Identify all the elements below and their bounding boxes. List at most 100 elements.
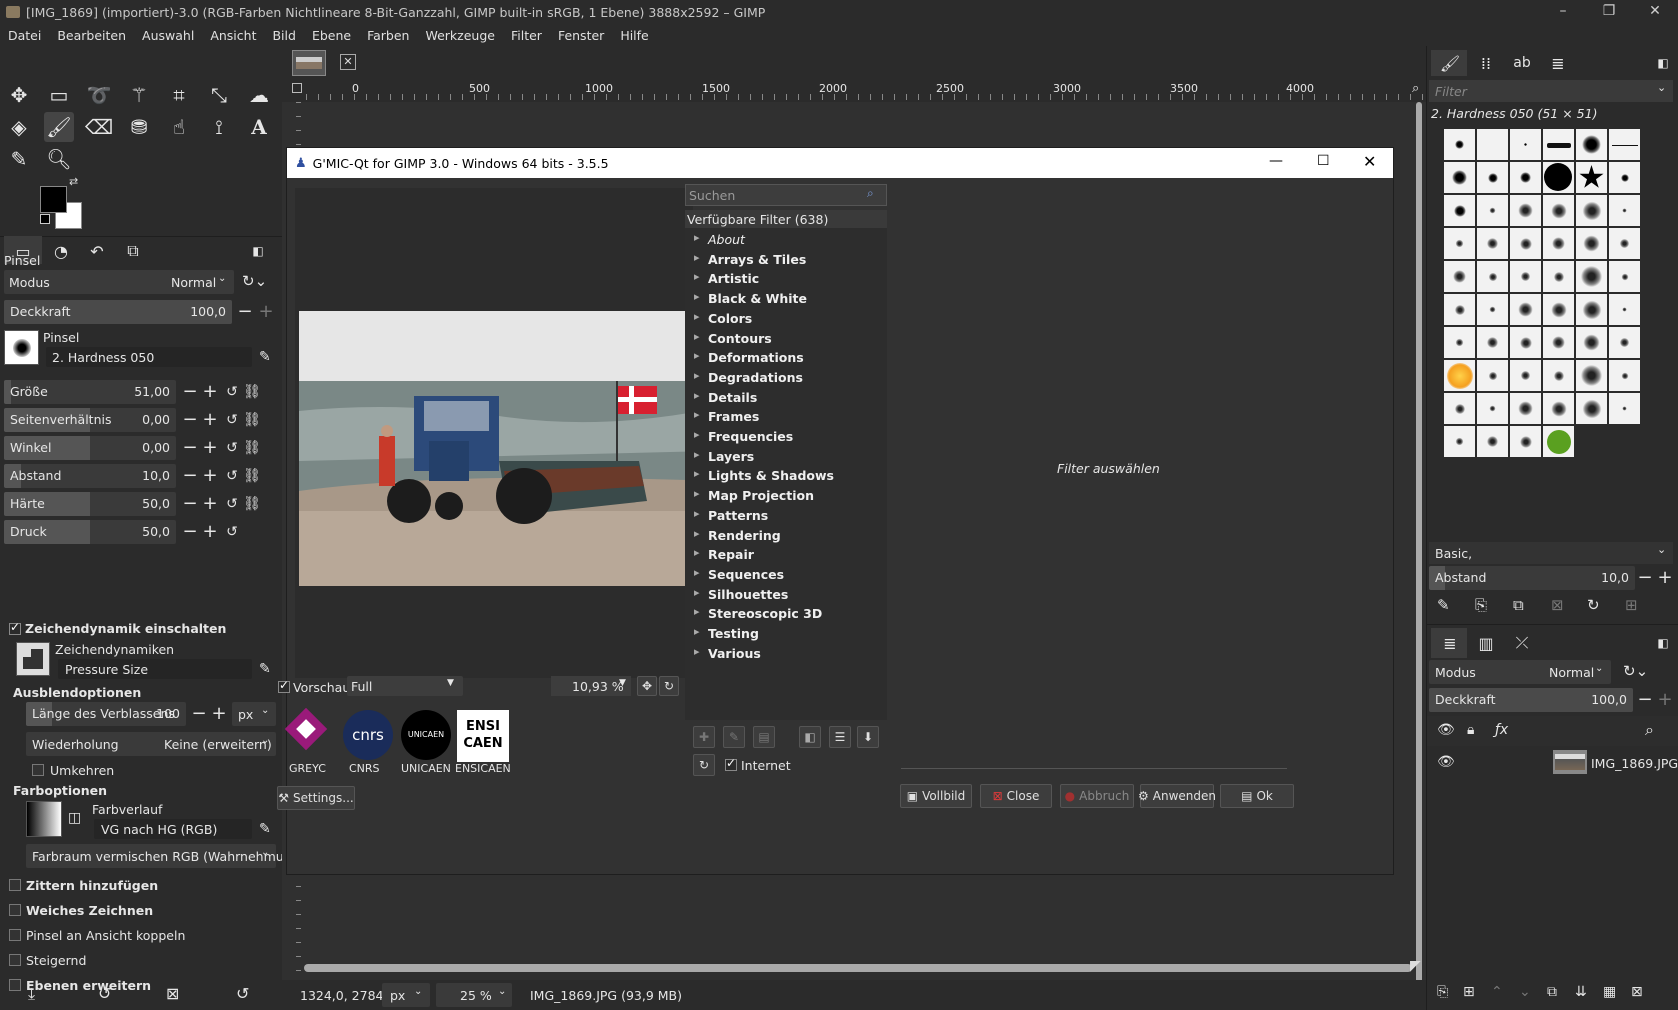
layers-tab-icon[interactable]: ≣ [1543, 48, 1573, 78]
brush-thumb[interactable] [1575, 260, 1608, 293]
filter-category[interactable]: Deformations [694, 349, 804, 365]
channels-icon[interactable]: ▥ [1471, 628, 1501, 658]
zoom-toggle-icon[interactable]: ⌕ [1412, 81, 1419, 96]
tab-menu-icon[interactable]: ◧ [1653, 628, 1673, 658]
slider-1[interactable]: Größe 51,00 [4, 380, 176, 404]
menu-bild[interactable]: Bild [264, 28, 303, 43]
filter-category[interactable]: Testing [694, 625, 759, 641]
quick-mask-icon[interactable] [292, 83, 302, 93]
maximize-button[interactable]: ❐ [1586, 0, 1632, 24]
decrease-icon[interactable]: − [1635, 689, 1655, 711]
foreground-color-swatch[interactable] [40, 186, 67, 213]
filter-category[interactable]: Lights & Shadows [694, 467, 834, 483]
brush-thumb[interactable] [1443, 293, 1476, 326]
decrease-icon[interactable]: − [180, 521, 200, 543]
link-icon[interactable]: ⛓ [242, 465, 262, 487]
filter-category[interactable]: Colors [694, 310, 752, 326]
gradient-preview[interactable] [26, 801, 62, 837]
menu-farben[interactable]: Farben [359, 28, 417, 43]
lock-icon[interactable]: 🔒︎ [1467, 722, 1474, 738]
visibility-eye-icon[interactable]: 👁︎ [1437, 722, 1455, 738]
brush-thumb[interactable] [1542, 194, 1575, 227]
swap-colors-icon[interactable]: ⇄ [69, 175, 78, 188]
increase-icon[interactable]: + [1655, 689, 1675, 711]
save-options-icon[interactable]: ⤓ [28, 984, 35, 1004]
brush-thumb[interactable] [1608, 194, 1641, 227]
brush-thumb[interactable] [1509, 392, 1542, 425]
brush-thumb[interactable] [1476, 260, 1509, 293]
minimize-button[interactable]: – [1540, 0, 1586, 24]
preview-image[interactable] [299, 311, 711, 586]
increase-icon[interactable]: + [200, 409, 220, 431]
brush-thumb[interactable] [1443, 326, 1476, 359]
brush-thumb[interactable] [1542, 293, 1575, 326]
dynamics-preview-icon[interactable] [16, 642, 50, 676]
brush-thumb[interactable] [1608, 293, 1641, 326]
edit-brush-icon[interactable]: ✎ [1437, 596, 1450, 614]
lasso-tool-icon[interactable]: ➰ [84, 80, 114, 110]
lower-layer-icon[interactable]: ⌄ [1519, 984, 1531, 1000]
transform-tool-icon[interactable]: ⤡ [204, 80, 234, 110]
link-icon[interactable]: ⛓ [242, 493, 262, 515]
fuzzy-select-tool-icon[interactable]: ⚚ [124, 80, 154, 110]
slider-4[interactable]: Abstand 10,0 [4, 464, 176, 488]
menu-datei[interactable]: Datei [0, 28, 49, 43]
brush-thumb[interactable] [1542, 260, 1575, 293]
filter-category[interactable]: Rendering [694, 527, 781, 543]
filter-category[interactable]: Frequencies [694, 428, 793, 444]
link-icon[interactable]: ⛓ [242, 409, 262, 431]
brush-thumb[interactable] [1575, 392, 1608, 425]
brush-thumb[interactable] [1608, 128, 1641, 161]
brush-thumb[interactable] [1476, 359, 1509, 392]
edit-brush-icon[interactable]: ✎ [259, 349, 271, 365]
reset-options-icon[interactable]: ↺ [236, 984, 249, 1003]
brush-thumb[interactable] [1476, 293, 1509, 326]
brush-thumb[interactable] [1575, 326, 1608, 359]
close-button[interactable]: ⊠ Close [980, 784, 1052, 808]
decrease-icon[interactable]: − [189, 703, 209, 725]
menu-ansicht[interactable]: Ansicht [202, 28, 264, 43]
filter-category[interactable]: Layers [694, 448, 754, 464]
image-tab-thumbnail[interactable] [292, 50, 326, 76]
settings-button[interactable]: ⚒ Settings... [277, 786, 355, 810]
patterns-tab-icon[interactable]: ⁞⁞ [1471, 48, 1501, 78]
brush-thumb[interactable] [1542, 227, 1575, 260]
brush-thumb[interactable] [1575, 194, 1608, 227]
filter-category[interactable]: Map Projection [694, 487, 814, 503]
decrease-icon[interactable]: − [180, 381, 200, 403]
layer-opacity-slider[interactable]: Deckkraft 100,0 [1429, 688, 1633, 712]
preview-checkbox[interactable] [278, 678, 290, 693]
reset-icon[interactable]: ↺ [222, 465, 242, 487]
brush-thumb[interactable] [1608, 326, 1641, 359]
menu-werkzeuge[interactable]: Werkzeuge [417, 28, 503, 43]
ok-button[interactable]: ▤ Ok [1220, 784, 1294, 808]
reset-icon[interactable]: ↺ [222, 521, 242, 543]
link-icon[interactable]: ⛓ [242, 381, 262, 403]
brush-thumb[interactable] [1509, 293, 1542, 326]
close-tab-icon[interactable]: ✕ [340, 54, 356, 70]
delete-layer-icon[interactable]: ⊠ [1631, 984, 1643, 1000]
warp-tool-icon[interactable]: ☁ [244, 80, 274, 110]
brush-thumb[interactable] [1509, 425, 1542, 458]
filter-category[interactable]: Patterns [694, 507, 768, 523]
reset-layer-mode-icon[interactable]: ↻⌄ [1623, 662, 1648, 680]
refresh-brushes-icon[interactable]: ↻ [1587, 596, 1600, 614]
new-brush-icon[interactable]: ⎘ [1475, 596, 1487, 614]
duplicate-brush-icon[interactable]: ⧉ [1513, 596, 1524, 614]
menu-filter[interactable]: Filter [503, 28, 550, 43]
brush-thumb[interactable] [1443, 425, 1476, 458]
filter-category[interactable]: Frames [694, 408, 759, 424]
new-group-icon[interactable]: ⊞ [1463, 984, 1475, 1000]
brush-thumb[interactable] [1476, 425, 1509, 458]
filter-category[interactable]: About [694, 231, 745, 247]
close-window-button[interactable]: ✕ [1632, 0, 1678, 24]
edit-dynamics-icon[interactable]: ✎ [259, 661, 271, 677]
brush-thumb[interactable] [1476, 326, 1509, 359]
reverse-checkbox[interactable] [32, 764, 44, 776]
filter-category[interactable]: Sequences [694, 566, 784, 582]
search-icon[interactable]: ⌕ [1645, 720, 1654, 740]
decrease-icon[interactable]: − [180, 437, 200, 459]
increase-icon[interactable]: + [200, 493, 220, 515]
slider-2[interactable]: Seitenverhältnis 0,00 [4, 408, 176, 432]
paintbrush-tool-icon[interactable]: 🖌 [44, 112, 74, 142]
